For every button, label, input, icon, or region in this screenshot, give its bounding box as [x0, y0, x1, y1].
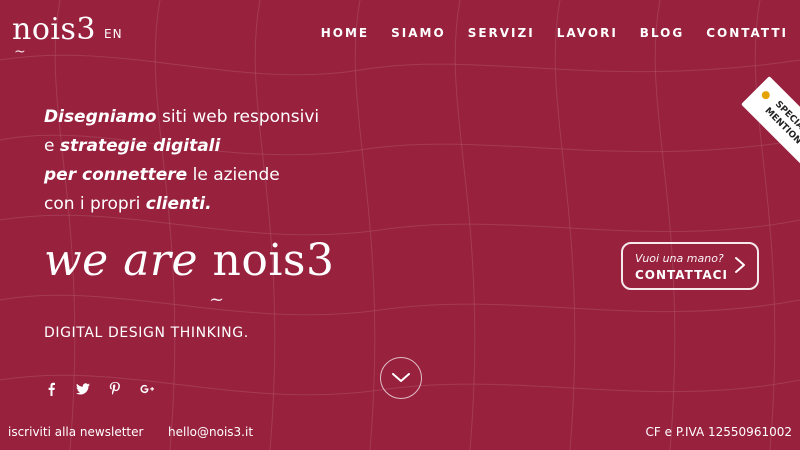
pinterest-icon[interactable]: [108, 382, 122, 396]
we-are-tilde-icon: ~: [209, 289, 225, 310]
hero: nois3 ~ EN HOME SIAMO SERVIZI LAVORI BLO…: [0, 0, 800, 450]
google-plus-icon[interactable]: [140, 382, 154, 396]
nav-siamo[interactable]: SIAMO: [391, 26, 446, 40]
headline-text-3: le aziende: [187, 165, 280, 185]
logo-text: nois3: [12, 12, 96, 47]
headline-text-1: siti web responsivi: [156, 107, 320, 127]
headline-line-1: Disegniamo siti web responsivi: [44, 103, 354, 132]
scroll-down-button[interactable]: [380, 357, 422, 399]
headline-bold-3: per connettere: [44, 165, 188, 185]
headline-bold-2: strategie digitali: [59, 136, 221, 156]
hero-headline: Disegniamo siti web responsivi e strateg…: [44, 103, 354, 219]
chevron-down-icon: [392, 373, 410, 382]
nav-home[interactable]: HOME: [321, 26, 369, 40]
footer: iscriviti alla newsletter hello@nois3.it…: [0, 414, 800, 450]
headline-line-2: e strategie digitali: [44, 132, 354, 161]
pinterest-icon-svg: [109, 382, 120, 395]
award-icon: [760, 89, 772, 101]
main-nav: HOME SIAMO SERVIZI LAVORI BLOG CONTATTI: [321, 26, 788, 40]
cta-label: CONTATTACI: [635, 268, 728, 282]
headline-bold-4: clienti.: [145, 194, 212, 214]
social-links: [44, 382, 154, 396]
facebook-icon[interactable]: [44, 382, 58, 396]
email-link[interactable]: hello@nois3.it: [168, 425, 253, 439]
nav-lavori[interactable]: LAVORI: [557, 26, 618, 40]
chevron-right-icon: [735, 257, 745, 273]
tagline: DIGITAL DESIGN THINKING.: [44, 325, 249, 341]
nav-contatti[interactable]: CONTATTI: [706, 26, 788, 40]
twitter-icon-svg: [76, 383, 90, 395]
twitter-icon[interactable]: [76, 382, 90, 396]
language-switcher[interactable]: EN: [104, 27, 123, 41]
we-are-brand: nois3: [212, 235, 335, 286]
newsletter-link[interactable]: iscriviti alla newsletter: [8, 425, 143, 439]
headline-bold-1: Disegniamo: [44, 107, 157, 127]
contact-cta-button[interactable]: Vuoi una mano? CONTATTACI: [621, 242, 759, 290]
facebook-icon-svg: [48, 382, 55, 396]
we-are-text: we are: [44, 235, 198, 286]
nav-servizi[interactable]: SERVIZI: [468, 26, 535, 40]
headline-text-2: e: [44, 136, 60, 156]
we-are-title: we are nois3 ~: [44, 235, 335, 310]
company-info: CF e P.IVA 12550961002: [645, 425, 792, 439]
cta-subtext: Vuoi una mano?: [635, 252, 724, 265]
headline-text-4: con i propri: [44, 194, 146, 214]
nav-blog[interactable]: BLOG: [640, 26, 684, 40]
logo-tilde-icon: ~: [14, 44, 27, 60]
headline-line-3: per connettere le aziende: [44, 161, 354, 190]
google-plus-icon-svg: [140, 384, 154, 394]
logo[interactable]: nois3 ~: [12, 12, 96, 60]
headline-line-4: con i propri clienti.: [44, 190, 354, 219]
